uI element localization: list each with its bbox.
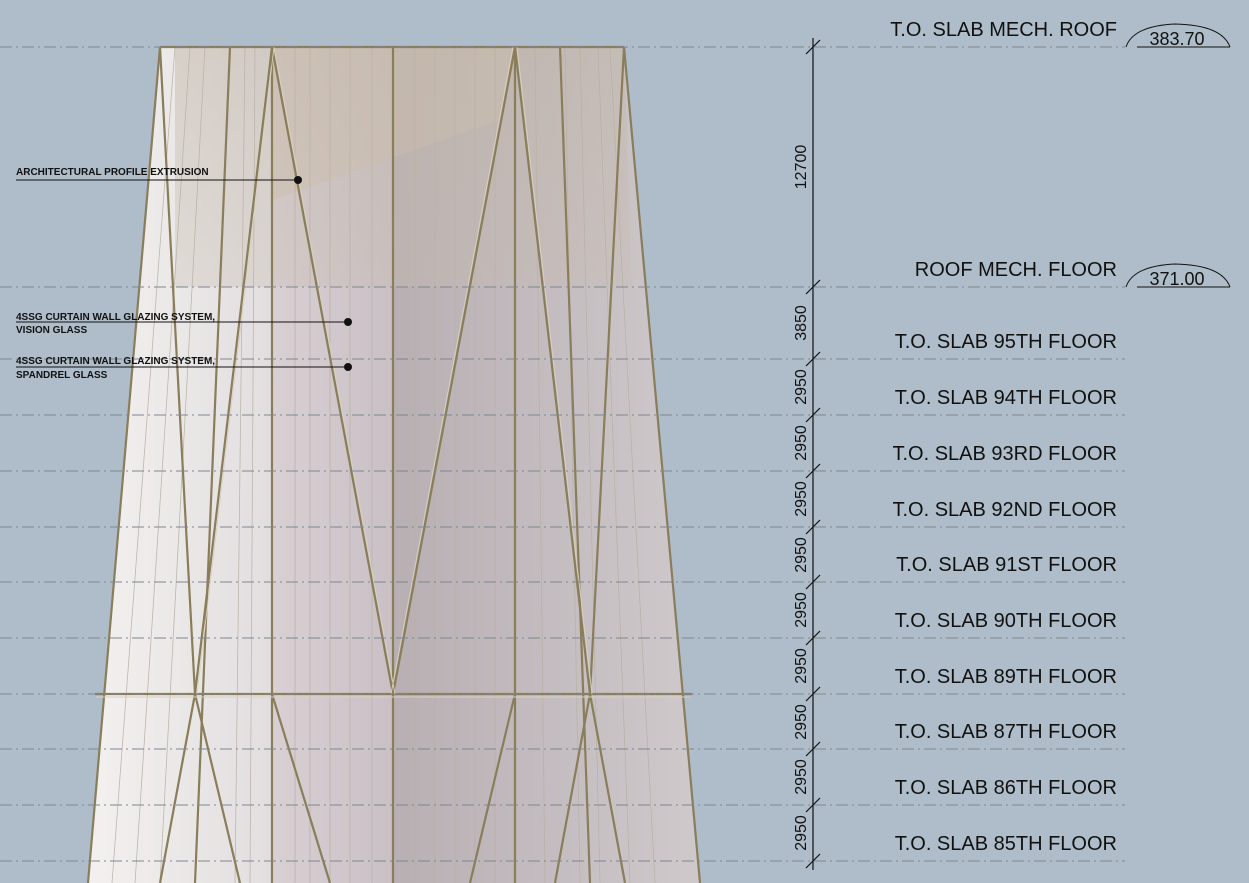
annotation-text: SPANDREL GLASS	[16, 370, 108, 381]
dimension-value: 3850	[793, 305, 810, 341]
level-label: T.O. SLAB 87TH FLOOR	[895, 721, 1117, 743]
level-label: T.O. SLAB 91ST FLOOR	[896, 554, 1117, 576]
level-label: T.O. SLAB 85TH FLOOR	[895, 833, 1117, 855]
annotation-text: 4SSG CURTAIN WALL GLAZING SYSTEM,	[16, 312, 215, 323]
dimension-value: 2950	[793, 481, 810, 517]
dimension-values: 12700 3850 2950 2950 2950 2950 2950 2950…	[793, 145, 810, 851]
elevation-drawing: 12700 3850 2950 2950 2950 2950 2950 2950…	[0, 19, 1231, 883]
level-label: T.O. SLAB 93RD FLOOR	[892, 443, 1117, 465]
level-label: T.O. SLAB 92ND FLOOR	[892, 499, 1117, 521]
elevation-marker: 383.70	[1125, 23, 1231, 49]
dimension-value: 2950	[793, 648, 810, 684]
level-label: ROOF MECH. FLOOR	[915, 259, 1117, 281]
dimension-value: 2950	[793, 592, 810, 628]
level-label: T.O. SLAB 89TH FLOOR	[895, 666, 1117, 688]
dimension-value: 2950	[793, 704, 810, 740]
elevation-marker: 371.00	[1125, 263, 1231, 289]
level-label: T.O. SLAB 94TH FLOOR	[895, 387, 1117, 409]
level-labels: T.O. SLAB MECH. ROOF ROOF MECH. FLOOR T.…	[890, 19, 1117, 855]
annotation-text: ARCHITECTURAL PROFILE EXTRUSION	[16, 167, 209, 178]
dimension-value: 2950	[793, 759, 810, 795]
level-label: T.O. SLAB 95TH FLOOR	[895, 331, 1117, 353]
leader-dot	[344, 363, 352, 371]
dimension-value: 2950	[793, 815, 810, 851]
dimension-value: 2950	[793, 537, 810, 573]
dimension-value: 2950	[793, 369, 810, 405]
dimension-value: 12700	[793, 145, 810, 190]
level-label: T.O. SLAB MECH. ROOF	[890, 19, 1117, 41]
level-label: T.O. SLAB 86TH FLOOR	[895, 777, 1117, 799]
dimension-value: 2950	[793, 425, 810, 461]
annotation-text: 4SSG CURTAIN WALL GLAZING SYSTEM,	[16, 356, 215, 367]
level-label: T.O. SLAB 90TH FLOOR	[895, 610, 1117, 632]
elevation-value: 371.00	[1149, 269, 1204, 289]
annotation-text: VISION GLASS	[16, 325, 87, 336]
elevation-value: 383.70	[1149, 29, 1204, 49]
leader-dot	[294, 176, 302, 184]
leader-dot	[344, 318, 352, 326]
